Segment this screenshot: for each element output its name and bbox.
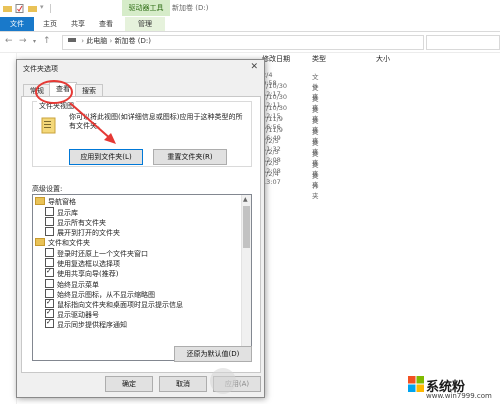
up-icon[interactable]: ↑ <box>43 36 51 46</box>
back-icon[interactable]: ← <box>5 36 13 46</box>
breadcrumb-separator: › <box>109 37 113 45</box>
ok-button[interactable]: 确定 <box>105 376 153 392</box>
setting-label: 登录时还原上一个文件夹窗口 <box>57 250 148 258</box>
title-separator <box>50 4 51 13</box>
tab-file[interactable]: 文件 <box>0 17 34 31</box>
setting-label: 始终显示图标，从不显示缩略图 <box>57 291 155 299</box>
folder-views-description: 你可以将此视图(如详细信息或图标)应用于这种类型的所有文件夹。 <box>69 113 243 130</box>
tree-group-navigation-pane: 导航窗格 <box>35 197 76 207</box>
advanced-settings-label: 高级设置: <box>32 185 63 193</box>
checkbox-checked[interactable] <box>45 317 54 328</box>
properties-icon[interactable] <box>15 4 24 13</box>
setting-show-libraries[interactable]: 显示库 <box>45 207 78 217</box>
setting-label: 使用复选框以选择项 <box>57 260 120 268</box>
recent-chevron-icon[interactable]: ▾ <box>33 38 36 45</box>
folder-icon <box>35 238 45 246</box>
column-header-size[interactable]: 大小 <box>376 54 390 64</box>
chevron-down-icon[interactable]: ▾ <box>40 3 49 12</box>
logo-quadrant <box>408 376 416 384</box>
tab-manage[interactable]: 管理 <box>125 17 165 31</box>
window-title: 新加卷 (D:) <box>172 4 209 12</box>
breadcrumb: › 此电脑 › 新加卷 (D:) <box>68 36 151 46</box>
folder-options-dialog: 文件夹选项 ✕ 常规 查看 搜索 文件夹视图 你可以将此视图(如详细信息或图标)… <box>16 59 265 398</box>
setting-always-show-menus[interactable]: 始终显示菜单 <box>45 279 99 289</box>
column-headers: 修改日期 类型 大小 <box>240 54 500 66</box>
folder-views-group: 文件夹视图 你可以将此视图(如详细信息或图标)应用于这种类型的所有文件夹。 应用… <box>32 101 252 167</box>
checkbox-checked[interactable] <box>45 266 54 277</box>
new-folder-icon[interactable] <box>28 4 37 13</box>
cancel-button[interactable]: 取消 <box>159 376 207 392</box>
setting-sharing-wizard[interactable]: 使用共享向导(推荐) <box>45 266 119 278</box>
dialog-title: 文件夹选项 <box>23 65 58 73</box>
setting-label: 始终显示菜单 <box>57 281 99 289</box>
tree-group-label: 导航窗格 <box>48 198 76 206</box>
view-tab-panel: 文件夹视图 你可以将此视图(如详细信息或图标)应用于这种类型的所有文件夹。 应用… <box>21 96 261 373</box>
checkbox-unchecked[interactable] <box>45 279 54 288</box>
tab-home[interactable]: 主页 <box>38 17 62 31</box>
checkbox-unchecked[interactable] <box>45 207 54 216</box>
column-header-type[interactable]: 类型 <box>312 54 326 64</box>
breadcrumb-separator: › <box>81 37 85 45</box>
breadcrumb-drive[interactable]: 新加卷 (D:) <box>115 37 151 45</box>
folder-icon <box>3 4 12 13</box>
logo-quadrant <box>416 384 424 392</box>
restore-defaults-button[interactable]: 还原为默认值(D) <box>174 346 252 362</box>
setting-sync-provider-notifications[interactable]: 显示同步提供程序通知 <box>45 317 127 329</box>
drive-icon <box>68 38 76 42</box>
forward-icon[interactable]: → <box>19 36 27 46</box>
tab-view[interactable]: 查看 <box>94 17 118 31</box>
tree-group-label: 文件和文件夹 <box>48 239 90 247</box>
setting-label: 鼠标指向文件夹和桌面项时显示提示信息 <box>57 301 183 309</box>
reset-folders-button[interactable]: 重置文件夹(R) <box>153 149 227 165</box>
breadcrumb-this-pc[interactable]: 此电脑 <box>86 37 107 45</box>
file-type: 文件夹 <box>312 172 319 200</box>
annotation-circle <box>35 80 73 104</box>
checkbox-unchecked[interactable] <box>45 227 54 236</box>
ribbon-tabs: 文件 主页 共享 查看 管理 <box>0 17 500 32</box>
apply-to-folders-button[interactable]: 应用到文件夹(L) <box>69 149 143 165</box>
context-tab-group: 驱动器工具 <box>122 0 170 16</box>
scrollbar-thumb[interactable] <box>243 206 250 248</box>
logo-quadrant <box>408 384 416 392</box>
advanced-settings-list[interactable]: 导航窗格 显示库 显示所有文件夹 展开到打开的文件夹 文件和文件夹 登录时还原上… <box>32 194 252 361</box>
title-bar: ▾ 驱动器工具 新加卷 (D:) <box>0 0 500 17</box>
column-header-date[interactable]: 修改日期 <box>262 54 290 64</box>
setting-expand-to-open-folder[interactable]: 展开到打开的文件夹 <box>45 227 120 237</box>
logo-quadrant <box>416 376 424 384</box>
setting-label: 显示同步提供程序通知 <box>57 321 127 329</box>
tree-group-files-and-folders: 文件和文件夹 <box>35 238 90 248</box>
folder-icon <box>35 197 45 205</box>
setting-show-drive-letters[interactable]: 显示驱动器号 <box>45 307 99 319</box>
setting-label: 显示驱动器号 <box>57 311 99 319</box>
setting-popup-descriptions[interactable]: 鼠标指向文件夹和桌面项时显示提示信息 <box>45 297 183 309</box>
setting-restore-previous-windows[interactable]: 登录时还原上一个文件夹窗口 <box>45 248 148 258</box>
scroll-up-icon[interactable]: ▲ <box>243 196 248 203</box>
checkbox-unchecked[interactable] <box>45 217 54 226</box>
setting-always-show-icons[interactable]: 始终显示图标，从不显示缩略图 <box>45 289 155 299</box>
search-input[interactable] <box>426 35 500 50</box>
setting-label: 显示所有文件夹 <box>57 219 106 227</box>
setting-show-all-folders[interactable]: 显示所有文件夹 <box>45 217 106 227</box>
checkbox-unchecked[interactable] <box>45 248 54 257</box>
navigation-pane[interactable] <box>0 53 17 404</box>
setting-label: 使用共享向导(推荐) <box>57 270 119 278</box>
brand-url: www.win7999.com <box>426 392 492 400</box>
setting-label: 展开到打开的文件夹 <box>57 229 120 237</box>
address-row: ← → ▾ ↑ › 此电脑 › 新加卷 (D:) <box>0 32 500 53</box>
tab-share[interactable]: 共享 <box>66 17 90 31</box>
scrollbar[interactable]: ▲ ▼ <box>241 195 251 360</box>
setting-use-check-boxes[interactable]: 使用复选框以选择项 <box>45 258 120 268</box>
brand-logo-icon <box>408 376 424 392</box>
setting-label: 显示库 <box>57 209 78 217</box>
close-icon[interactable]: ✕ <box>250 62 258 72</box>
folder-view-icon <box>41 116 57 134</box>
watermark-badge <box>210 368 236 394</box>
